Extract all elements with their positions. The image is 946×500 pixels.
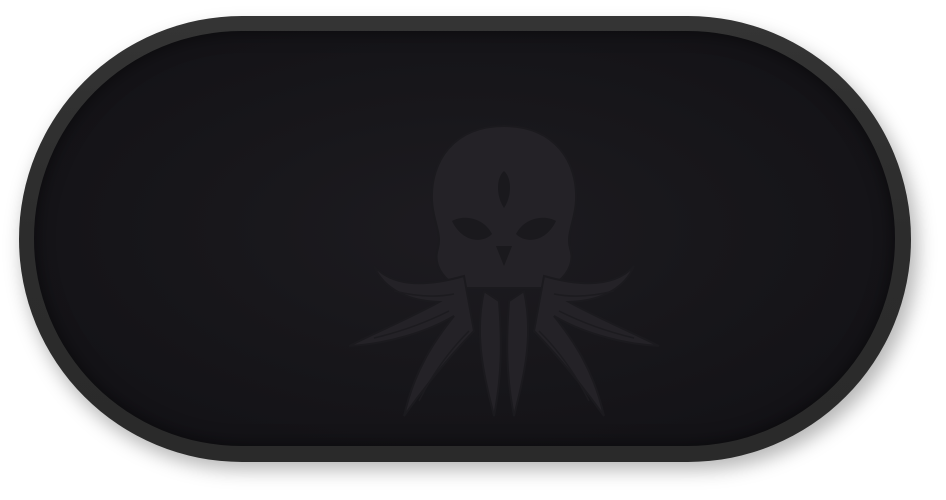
skull-octopus-emblem-icon [334,116,674,426]
product-view [0,0,946,500]
desk-mat-surface [34,31,895,446]
